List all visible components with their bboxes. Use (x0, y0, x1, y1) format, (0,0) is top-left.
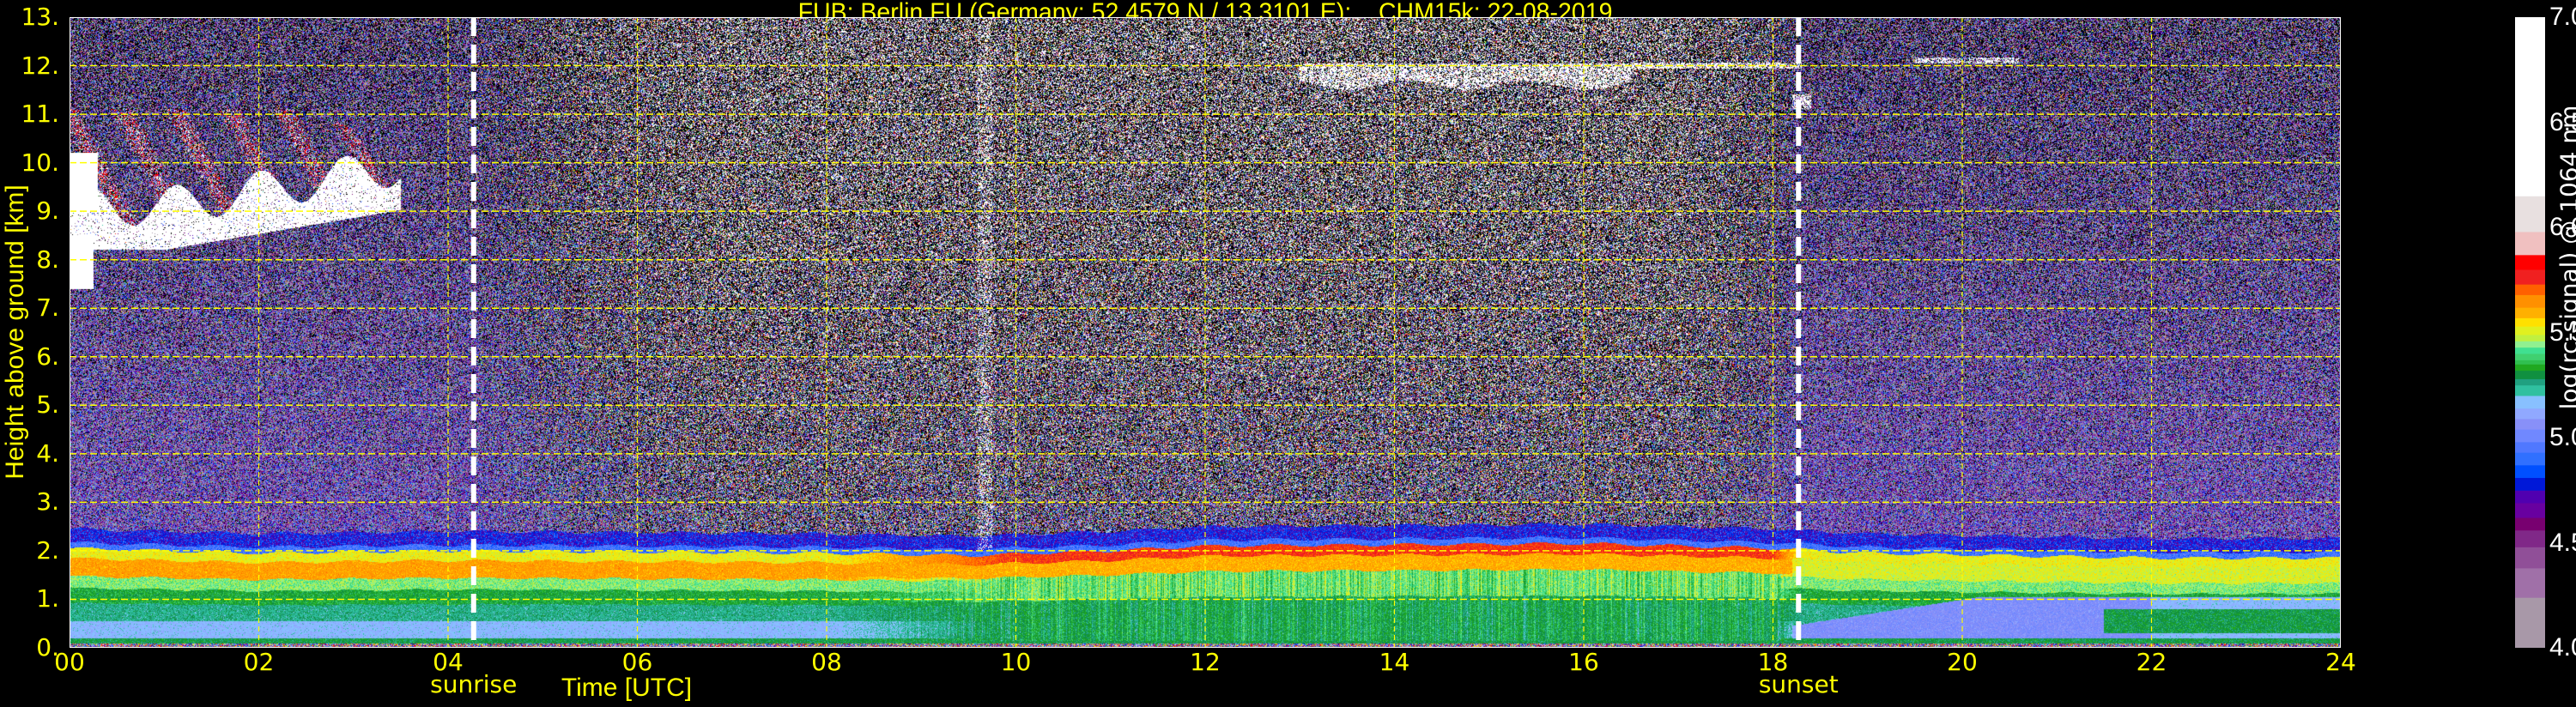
x-tick-label: 02 (243, 648, 275, 676)
colorbar-swatch (2515, 364, 2545, 372)
colorbar-swatch (2515, 464, 2545, 479)
colorbar-swatch (2515, 502, 2545, 518)
y-tick-label: 1. (36, 584, 59, 613)
colorbar-swatch (2515, 196, 2545, 233)
grid-overlay (70, 17, 2341, 648)
colorbar-swatch (2515, 354, 2545, 360)
colorbar-swatch (2515, 441, 2545, 453)
y-tick-label: 7. (36, 293, 59, 323)
colorbar-swatch (2515, 17, 2545, 196)
y-tick-label: 4. (36, 438, 59, 468)
x-tick-label: 16 (1568, 648, 1599, 676)
y-tick-label: 12. (21, 51, 59, 80)
colorbar-swatch (2515, 326, 2545, 335)
colorbar-swatch (2515, 370, 2545, 379)
colorbar-tick-label: 5.0 (2549, 423, 2576, 451)
x-tick-label: 20 (1947, 648, 1978, 676)
y-tick-label: 5. (36, 390, 59, 420)
sunrise-label: sunrise (430, 670, 518, 698)
colorbar-swatch (2515, 384, 2545, 396)
colorbar-swatch (2515, 547, 2545, 569)
y-tick-label: 11. (21, 100, 59, 129)
colorbar-swatch (2515, 529, 2545, 547)
colorbar-swatch (2515, 567, 2545, 598)
x-tick-label: 12 (1190, 648, 1221, 676)
colorbar-swatch (2515, 517, 2545, 531)
colorbar-swatch (2515, 254, 2545, 270)
colorbar-tick-label: 7.0 (2549, 3, 2576, 31)
colorbar-swatch (2515, 378, 2545, 386)
colorbar-label: log(rc-signal) @ 1064 nm (2555, 105, 2576, 410)
sunset-label: sunset (1758, 670, 1839, 698)
x-tick-label: 14 (1379, 648, 1410, 676)
y-tick-label: 13. (21, 3, 59, 31)
colorbar-swatch (2515, 317, 2545, 327)
x-tick-label: 10 (1000, 648, 1032, 676)
colorbar-tick-label: 4.0 (2549, 633, 2576, 662)
colorbar-swatch (2515, 477, 2545, 491)
x-tick-label: 24 (2325, 648, 2356, 676)
y-tick-label: 8. (36, 245, 59, 274)
colorbar-swatch (2515, 269, 2545, 285)
y-tick-label: 10. (21, 148, 59, 177)
colorbar-swatch (2515, 334, 2545, 341)
colorbar-swatch (2515, 347, 2545, 354)
colorbar-swatch (2515, 360, 2545, 365)
colorbar-swatch (2515, 429, 2545, 443)
colorbar (2515, 17, 2545, 648)
x-tick-label: 22 (2136, 648, 2167, 676)
y-tick-label: 2. (36, 535, 59, 565)
colorbar-swatch (2515, 597, 2545, 648)
x-tick-label: 06 (621, 648, 653, 676)
colorbar-swatch (2515, 408, 2545, 420)
colorbar-swatch (2515, 418, 2545, 430)
y-tick-label: 9. (36, 196, 59, 226)
plot-area (70, 17, 2341, 648)
y-tick-label: 6. (36, 341, 59, 371)
x-axis-label: Time [UTC] (561, 674, 693, 702)
colorbar-tick-label: 4.5 (2549, 528, 2576, 557)
x-tick-label: 00 (54, 648, 85, 676)
x-tick-label: 08 (811, 648, 842, 676)
colorbar-swatch (2515, 452, 2545, 466)
y-axis-label: Height above ground [km] (1, 184, 29, 480)
colorbar-swatch (2515, 307, 2545, 318)
colorbar-swatch (2515, 396, 2545, 409)
colorbar-swatch (2515, 231, 2545, 256)
y-tick-label: 3. (36, 487, 59, 517)
colorbar-swatch (2515, 294, 2545, 308)
colorbar-swatch (2515, 284, 2545, 295)
colorbar-swatch (2515, 490, 2545, 504)
colorbar-swatch (2515, 341, 2545, 348)
